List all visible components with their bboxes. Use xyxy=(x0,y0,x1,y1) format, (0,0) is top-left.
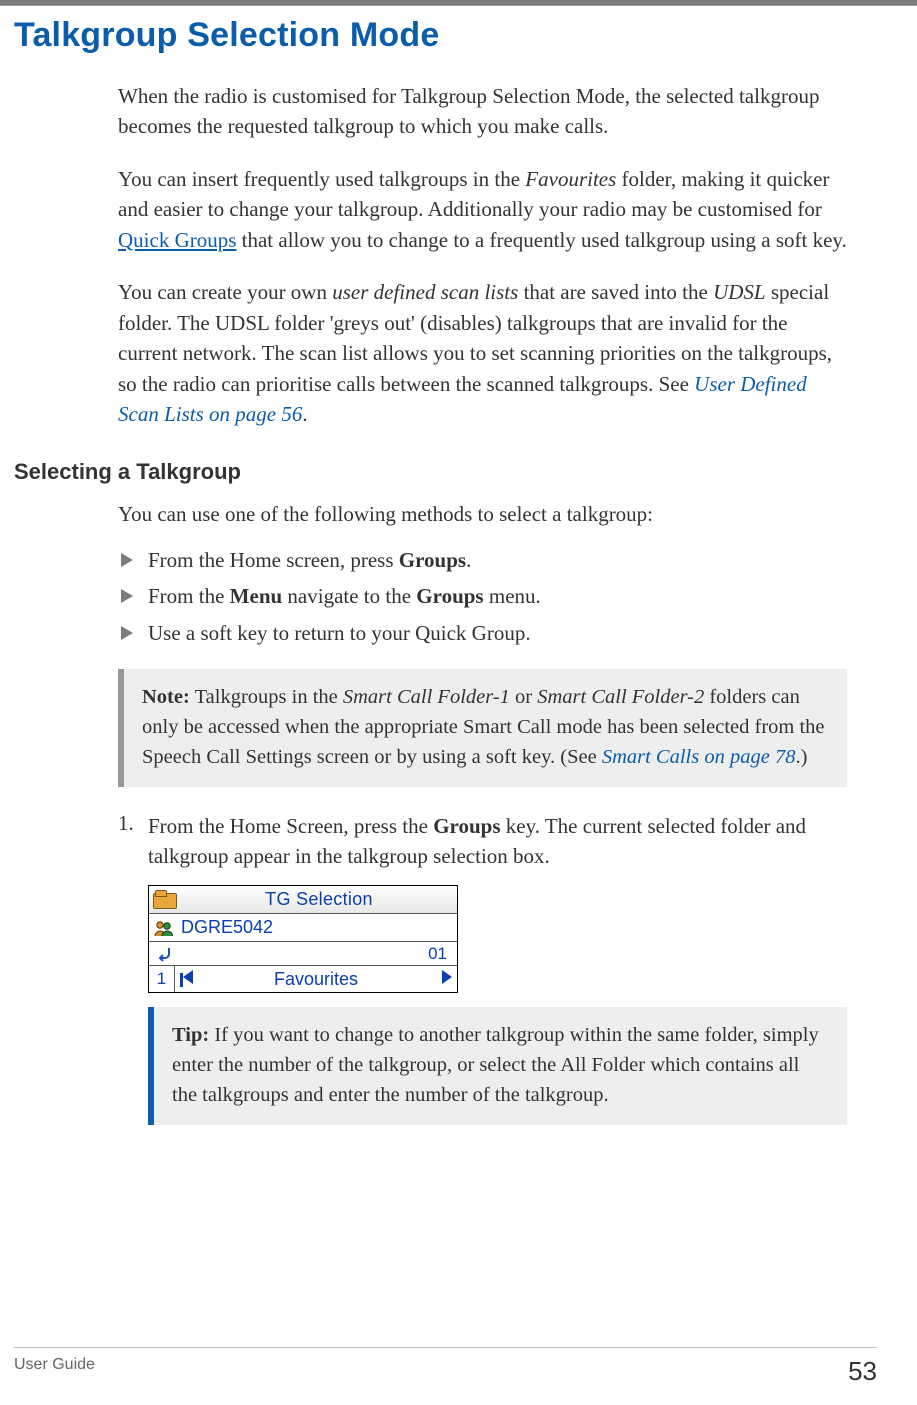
text: or xyxy=(510,686,537,708)
list-item: From the Menu navigate to the Groups men… xyxy=(118,580,847,613)
tip-text: If you want to change to another talkgro… xyxy=(172,1024,819,1105)
step-body: From the Home Screen, press the Groups k… xyxy=(148,811,847,872)
intro-paragraph-1: When the radio is customised for Talkgro… xyxy=(118,81,847,142)
note-callout: Note: Talkgroups in the Smart Call Folde… xyxy=(118,669,847,786)
note-label: Note: xyxy=(142,686,190,708)
folder-index: 1 xyxy=(149,966,175,992)
text: . xyxy=(302,402,307,426)
prev-arrow-icon xyxy=(175,970,197,989)
text: .) xyxy=(795,746,807,768)
udsl-em-1: user defined scan lists xyxy=(332,280,518,304)
group-icon xyxy=(153,919,175,937)
udsl-em-2: UDSL xyxy=(713,280,766,304)
text: From the Home screen, press xyxy=(148,548,399,572)
text: that allow you to change to a frequently… xyxy=(236,228,846,252)
footer-doc-title: User Guide xyxy=(14,1356,95,1387)
screen-count-row: 01 xyxy=(149,942,457,966)
scf2-em: Smart Call Folder-2 xyxy=(537,686,704,708)
intro-paragraph-3: You can create your own user defined sca… xyxy=(118,277,847,429)
folder-icon xyxy=(153,891,175,909)
text: You can create your own xyxy=(118,280,332,304)
xref-page: on page 78 xyxy=(699,746,795,768)
xref-page: on page 56 xyxy=(204,402,303,426)
text: that are saved into the xyxy=(518,280,713,304)
intro-paragraph-2: You can insert frequently used talkgroup… xyxy=(118,164,847,255)
text: Talkgroups in the xyxy=(190,686,343,708)
list-item: From the Home screen, press Groups. xyxy=(118,544,847,577)
screen-title-row: TG Selection xyxy=(149,886,457,914)
talkgroup-count: 01 xyxy=(428,944,447,964)
radio-screen-mock: TG Selection DGRE5042 01 1 xyxy=(148,885,458,993)
page-content: Talkgroup Selection Mode When the radio … xyxy=(0,6,917,1405)
talkgroup-name: DGRE5042 xyxy=(179,917,273,938)
methods-intro: You can use one of the following methods… xyxy=(118,499,847,529)
text: You can insert frequently used talkgroup… xyxy=(118,167,525,191)
groups-bold: Groups xyxy=(416,584,483,608)
screen-nav-row: 1 Favourites xyxy=(149,966,457,992)
favourites-em: Favourites xyxy=(525,167,616,191)
methods-list: From the Home screen, press Groups. From… xyxy=(118,544,847,650)
xref-title: Smart Calls xyxy=(602,746,699,768)
menu-bold: Menu xyxy=(230,584,283,608)
footer-page-number: 53 xyxy=(848,1356,877,1387)
quick-groups-link[interactable]: Quick Groups xyxy=(118,228,236,252)
smart-calls-xref-link[interactable]: Smart Calls on page 78 xyxy=(602,746,796,768)
step-1: 1. From the Home Screen, press the Group… xyxy=(118,811,847,872)
return-arrow-icon xyxy=(155,944,177,964)
text: From the Home Screen, press the xyxy=(148,814,433,838)
text: . xyxy=(466,548,471,572)
folder-name: Favourites xyxy=(197,969,435,990)
page-title: Talkgroup Selection Mode xyxy=(14,16,877,55)
text: menu. xyxy=(484,584,541,608)
next-arrow-icon xyxy=(435,970,457,989)
page-footer: User Guide 53 xyxy=(14,1347,877,1387)
tip-callout: Tip: If you want to change to another ta… xyxy=(148,1007,847,1124)
text: Use a soft key to return to your Quick G… xyxy=(148,621,531,645)
scf1-em: Smart Call Folder-1 xyxy=(343,686,510,708)
screen-title: TG Selection xyxy=(181,889,457,910)
list-item: Use a soft key to return to your Quick G… xyxy=(118,617,847,650)
screen-talkgroup-row: DGRE5042 xyxy=(149,914,457,942)
text: navigate to the xyxy=(282,584,416,608)
tip-label: Tip: xyxy=(172,1024,209,1046)
groups-bold: Groups xyxy=(433,814,500,838)
text: From the xyxy=(148,584,230,608)
step-number: 1. xyxy=(118,811,148,872)
groups-bold: Groups xyxy=(399,548,466,572)
section-heading: Selecting a Talkgroup xyxy=(14,459,877,485)
